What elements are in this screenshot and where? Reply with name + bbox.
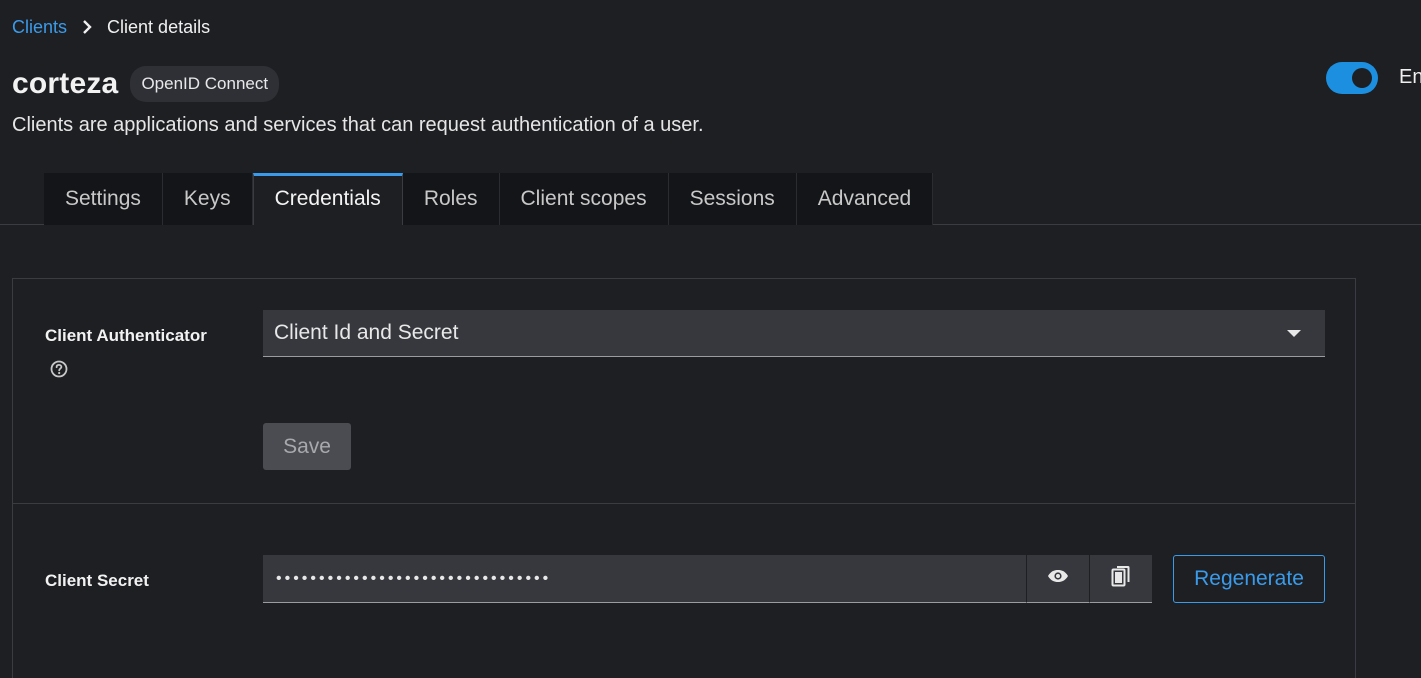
eye-icon [1047, 569, 1069, 588]
show-secret-button[interactable] [1026, 555, 1089, 603]
page-description: Clients are applications and services th… [12, 114, 704, 136]
toggle-knob [1352, 68, 1372, 88]
tab-client-scopes[interactable]: Client scopes [499, 173, 669, 225]
client-authenticator-select[interactable]: Client Id and Secret [263, 310, 1325, 357]
title-row: corteza OpenID Connect [12, 66, 280, 102]
breadcrumb-link-clients[interactable]: Clients [12, 16, 67, 38]
help-circle-icon[interactable] [49, 359, 69, 379]
tab-sessions[interactable]: Sessions [668, 173, 797, 225]
tab-settings[interactable]: Settings [44, 173, 163, 225]
breadcrumb: Clients Client details [12, 16, 210, 38]
tab-advanced[interactable]: Advanced [796, 173, 934, 225]
enabled-toggle-label: Enabled [1399, 66, 1421, 88]
breadcrumb-current: Client details [107, 17, 211, 37]
tab-roles[interactable]: Roles [402, 173, 500, 225]
chevron-right-icon [81, 16, 93, 38]
card-section-divider [13, 503, 1355, 504]
save-button[interactable]: Save [263, 423, 351, 470]
tab-keys[interactable]: Keys [162, 173, 253, 225]
credentials-card: Client Authenticator Client Id and Secre… [12, 278, 1356, 678]
tab-credentials[interactable]: Credentials [252, 173, 403, 225]
client-secret-group [263, 555, 1152, 603]
client-authenticator-value: Client Id and Secret [274, 321, 459, 344]
page-title: corteza [12, 67, 119, 100]
caret-down-icon [1287, 330, 1301, 337]
protocol-badge: OpenID Connect [130, 66, 280, 102]
copy-secret-button[interactable] [1089, 555, 1152, 603]
copy-icon [1111, 565, 1131, 592]
client-secret-input[interactable] [263, 555, 1026, 603]
client-secret-label: Client Secret [45, 571, 149, 590]
client-authenticator-label: Client Authenticator [45, 326, 207, 345]
enabled-toggle[interactable] [1326, 62, 1378, 94]
tab-bar: Settings Keys Credentials Roles Client s… [44, 173, 934, 225]
regenerate-button[interactable]: Regenerate [1173, 555, 1325, 603]
